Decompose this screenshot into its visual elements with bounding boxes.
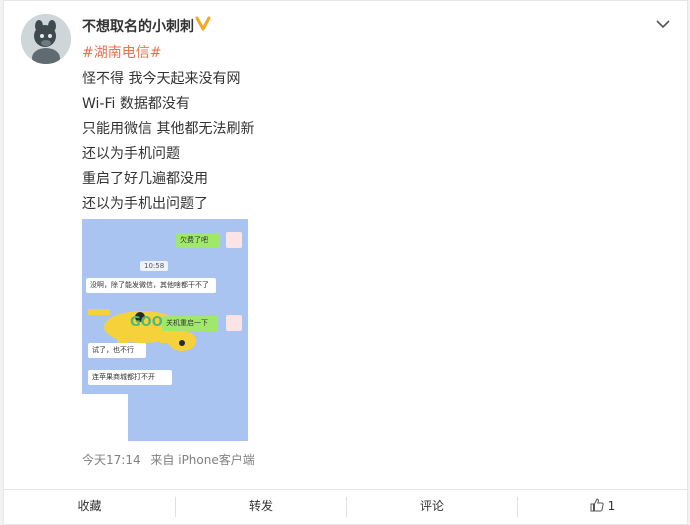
collect-button[interactable]: 收藏	[4, 490, 175, 525]
comment-button[interactable]: 评论	[347, 490, 517, 525]
post-time-link[interactable]: 今天17:14	[82, 453, 141, 467]
post-image-chat-screenshot[interactable]: GOO 欠费了吧 10:58 没啊，除了能发微信，其他啥都干不了 关机重启一下 …	[82, 219, 248, 441]
weibo-post-card: 不想取名的小刺刺 #湖南电信# 怪不得 我今天起来没有网 Wi-Fi 数据都没有…	[3, 0, 688, 525]
post-text-line: 重启了好几遍都没用	[82, 171, 208, 187]
chat-user-avatar	[226, 315, 242, 331]
chat-bubble-incoming: 试了，也不行	[88, 343, 146, 358]
post-source[interactable]: 来自 iPhone客户端	[150, 453, 254, 467]
post-text-line: 只能用微信 其他都无法刷新	[82, 121, 255, 137]
chat-bubble-incoming: 没啊，除了能发微信，其他啥都干不了	[86, 278, 216, 293]
avatar[interactable]	[21, 14, 71, 64]
topic-hashtag-link[interactable]: #湖南电信#	[82, 42, 161, 62]
verified-badge-icon	[195, 16, 211, 31]
sticker-goo-text: GOO	[130, 315, 163, 330]
avatar-image	[21, 14, 71, 64]
post-action-bar: 收藏 转发 评论 1	[4, 489, 687, 525]
chat-bubble-outgoing: 欠费了吧	[176, 233, 220, 248]
post-meta: 今天17:14 来自 iPhone客户端	[82, 451, 255, 468]
post-text-line: 怪不得 我今天起来没有网	[82, 71, 241, 87]
post-text-line: 还以为手机出问题了	[82, 196, 208, 212]
chat-bubble-incoming: 连苹果商城都打不开	[88, 370, 172, 385]
username[interactable]: 不想取名的小刺刺	[82, 16, 194, 36]
chevron-down-icon[interactable]	[655, 18, 671, 30]
thumbs-up-icon	[590, 498, 604, 512]
repost-button[interactable]: 转发	[176, 490, 346, 525]
post-text-line: Wi-Fi 数据都没有	[82, 96, 190, 112]
chat-timestamp: 10:58	[140, 261, 169, 271]
post-text-line: 还以为手机问题	[82, 146, 180, 162]
like-count: 1	[607, 499, 616, 513]
chat-user-avatar	[226, 232, 242, 248]
chat-bubble-outgoing: 关机重启一下	[162, 316, 218, 331]
like-button[interactable]: 1	[518, 490, 687, 525]
